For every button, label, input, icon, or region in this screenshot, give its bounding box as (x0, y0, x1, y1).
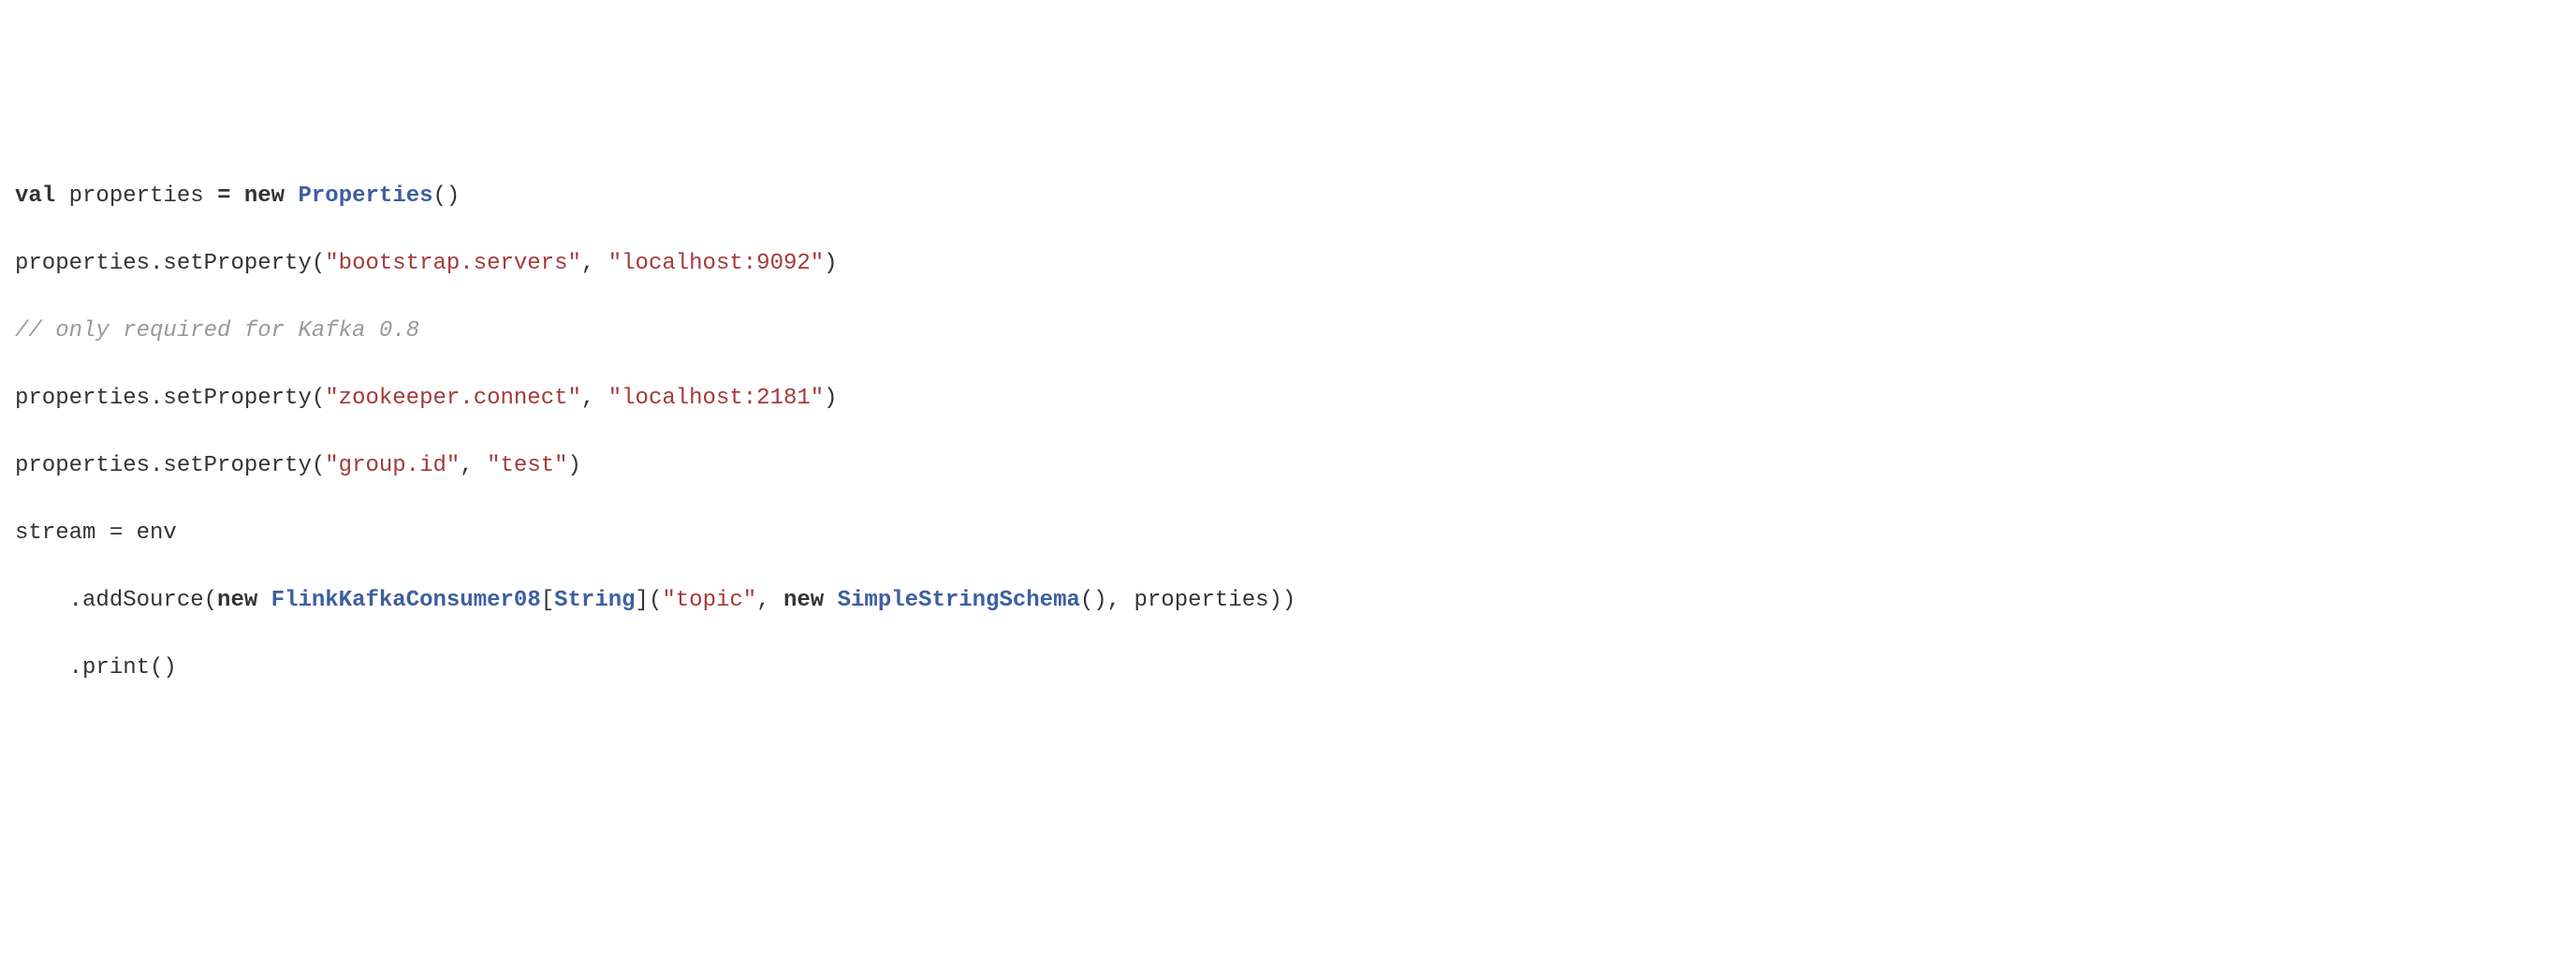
string-localhost-2181: "localhost:2181" (608, 386, 824, 411)
space (285, 183, 298, 209)
comment-kafka-08: // only required for Kafka 0.8 (15, 318, 419, 344)
type-simplestringschema: SimpleStringSchema (838, 588, 1080, 613)
method-call: properties.setProperty( (15, 453, 325, 478)
code-line-6: stream = env (15, 517, 2561, 550)
string-topic: "topic" (662, 588, 756, 613)
keyword-val: val (15, 183, 55, 209)
code-line-7: .addSource(new FlinkKafkaConsumer08[Stri… (15, 584, 2561, 618)
indent (15, 655, 69, 681)
close-parens: (), properties)) (1080, 588, 1295, 613)
space (230, 183, 243, 209)
type-properties: Properties (299, 183, 433, 209)
space (55, 183, 68, 209)
space (824, 588, 837, 613)
indent (15, 588, 69, 613)
comma: , (756, 588, 783, 613)
close-paren: ) (824, 251, 837, 276)
code-line-5: properties.setProperty("group.id", "test… (15, 449, 2561, 483)
stream-assign: stream = env (15, 520, 177, 546)
bracket-open: [ (541, 588, 554, 613)
type-flinkkafkaconsumer08: FlinkKafkaConsumer08 (271, 588, 541, 613)
string-localhost-9092: "localhost:9092" (608, 251, 824, 276)
keyword-new: new (217, 588, 257, 613)
string-zookeeper-connect: "zookeeper.connect" (325, 386, 581, 411)
code-line-3: // only required for Kafka 0.8 (15, 315, 2561, 348)
method-print: .print() (69, 655, 177, 681)
string-group-id: "group.id" (325, 453, 460, 478)
comma: , (581, 251, 608, 276)
code-line-8: .print() (15, 651, 2561, 685)
method-addsource: .addSource( (69, 588, 217, 613)
code-block: val properties = new Properties() proper… (15, 146, 2561, 719)
space (257, 588, 271, 613)
method-call: properties.setProperty( (15, 386, 325, 411)
comma: , (581, 386, 608, 411)
string-bootstrap-servers: "bootstrap.servers" (325, 251, 581, 276)
keyword-new: new (783, 588, 824, 613)
type-string: String (554, 588, 635, 613)
code-line-4: properties.setProperty("zookeeper.connec… (15, 382, 2561, 416)
variable-properties: properties (69, 183, 217, 209)
string-test: "test" (487, 453, 567, 478)
code-line-2: properties.setProperty("bootstrap.server… (15, 247, 2561, 281)
bracket-close-paren-open: ]( (636, 588, 663, 613)
comma: , (460, 453, 487, 478)
method-call: properties.setProperty( (15, 251, 325, 276)
operator-equals: = (217, 183, 230, 209)
close-paren: ) (568, 453, 581, 478)
close-paren: ) (824, 386, 837, 411)
keyword-new: new (244, 183, 285, 209)
code-line-1: val properties = new Properties() (15, 180, 2561, 213)
parentheses: () (433, 183, 461, 209)
